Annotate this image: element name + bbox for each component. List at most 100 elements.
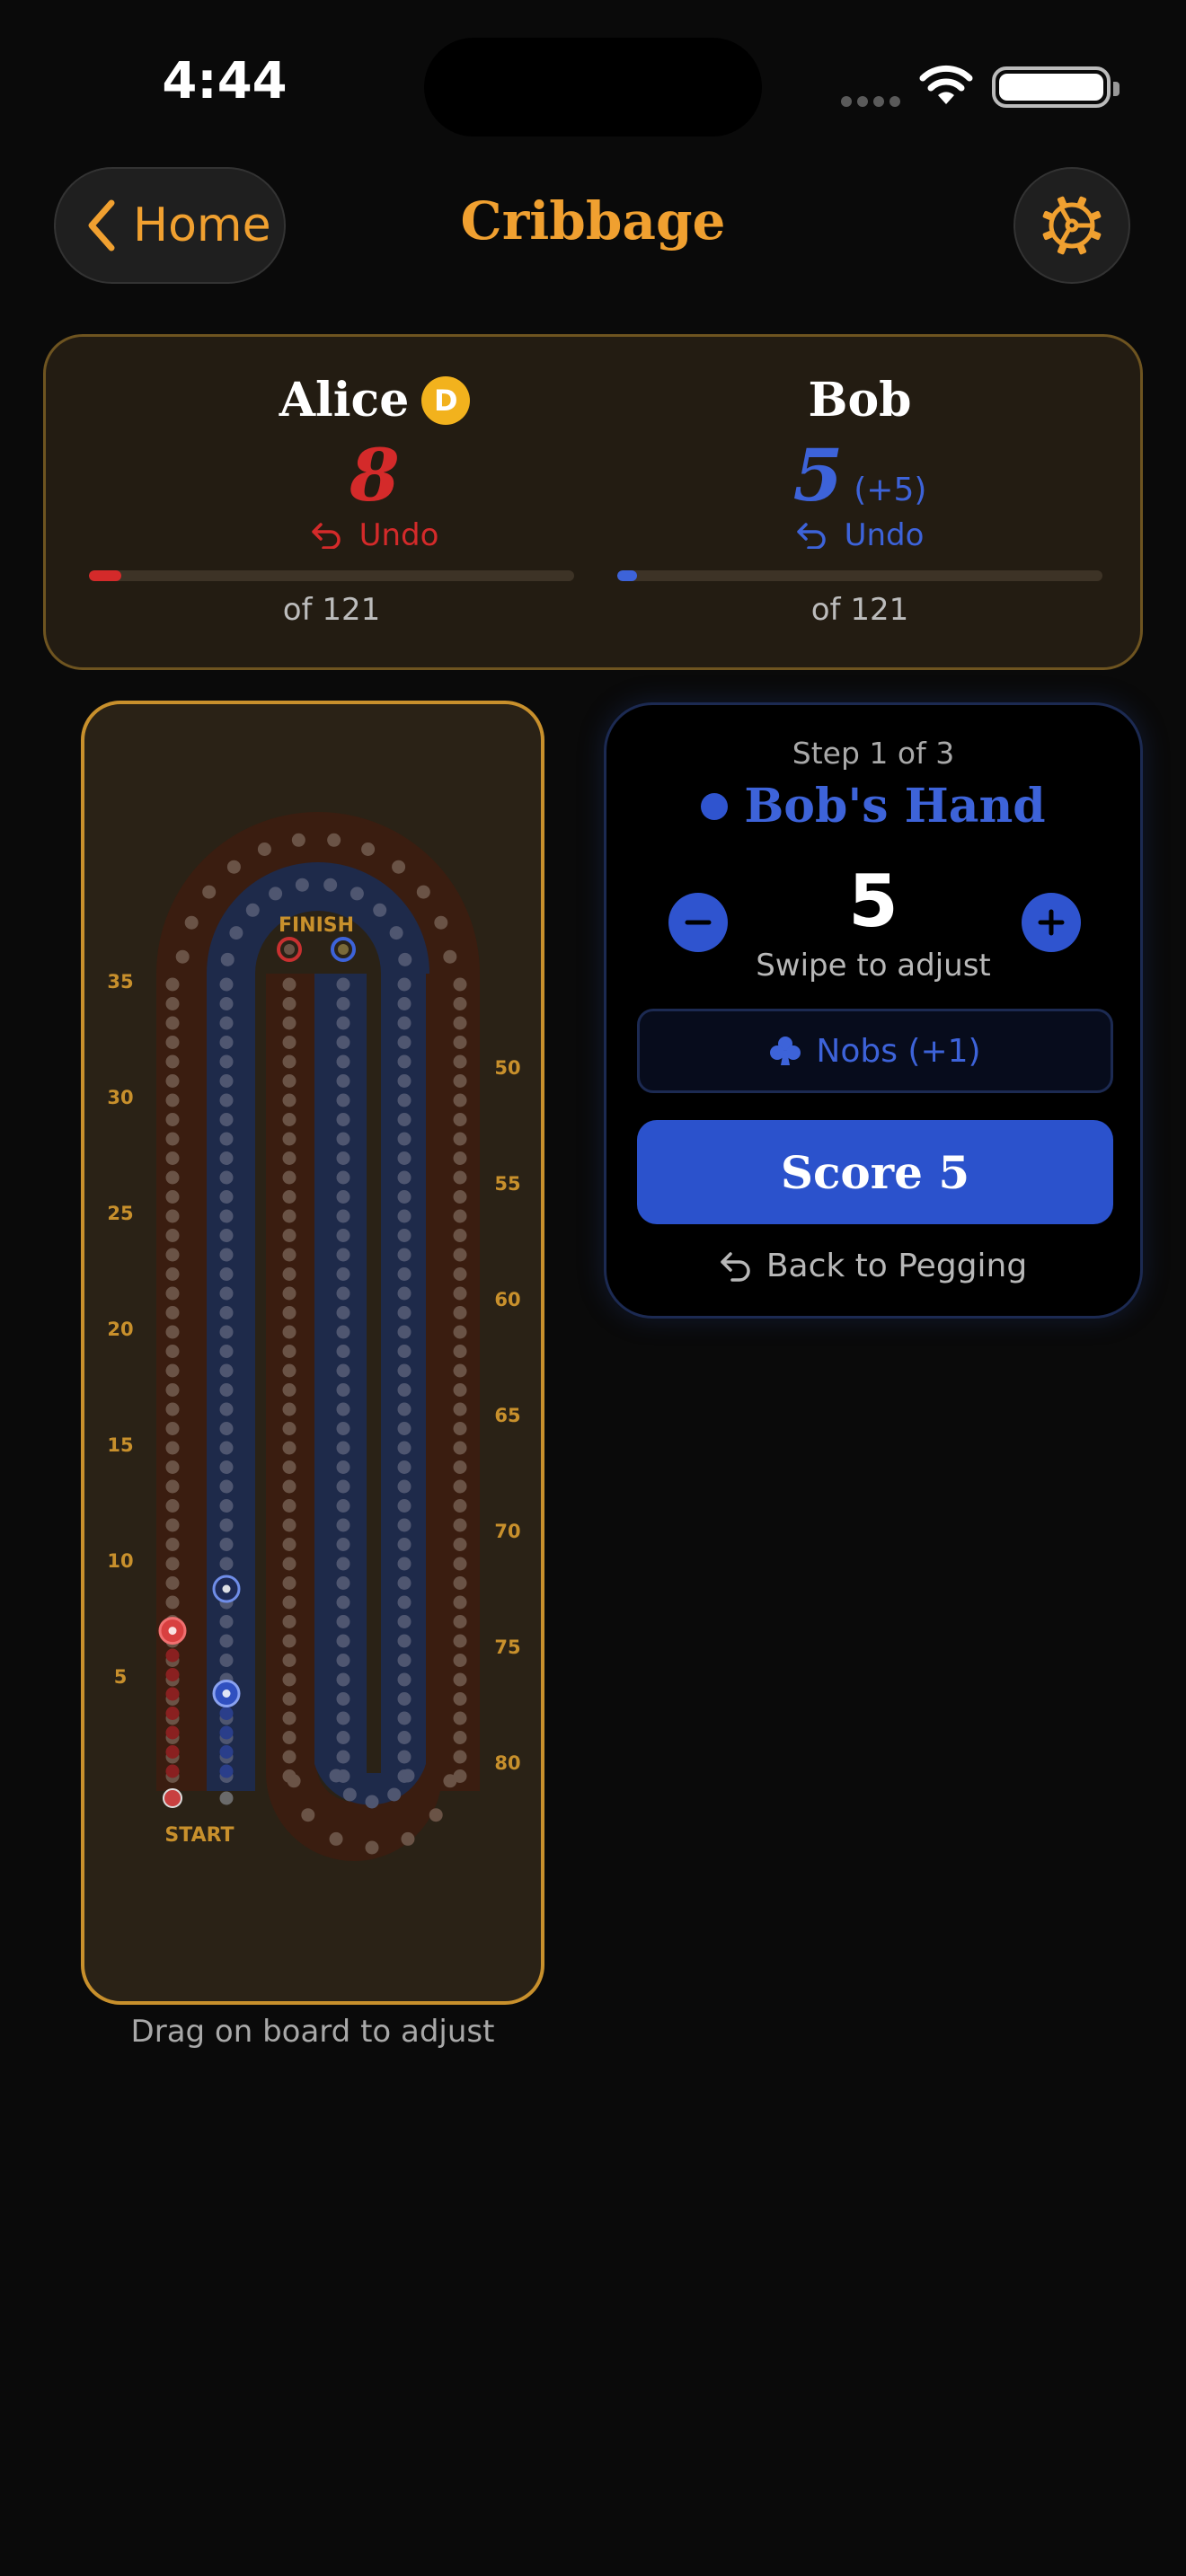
peg-hole — [165, 1499, 180, 1513]
peg-hole — [165, 1209, 180, 1223]
cribbage-board[interactable]: 35 30 25 20 15 10 5 50 55 60 65 70 75 80 FINISH START — [81, 701, 544, 2005]
peg-hole — [165, 1093, 180, 1107]
peg-hole — [387, 1787, 402, 1802]
peg-hole — [453, 1731, 467, 1744]
peg-hole — [327, 833, 341, 847]
peg-hole — [219, 1286, 234, 1301]
peg-hole — [336, 1229, 350, 1242]
filled-hole-alice — [165, 1764, 180, 1778]
peg-hole — [336, 1151, 350, 1165]
undo-arrow-icon — [796, 523, 826, 549]
right-tick-label: 55 — [494, 1173, 520, 1195]
scoring-step-panel: Step 1 of 3 Bob's Hand 5 Swipe to adjust… — [604, 702, 1143, 1319]
peg-hole — [165, 1422, 180, 1435]
peg-hole — [397, 1113, 412, 1126]
peg-hole — [165, 1170, 180, 1185]
peg-hole — [282, 1248, 296, 1262]
peg-hole — [397, 1711, 412, 1725]
peg-hole — [282, 1286, 296, 1301]
peg-hole — [453, 1248, 467, 1262]
peg-hole — [219, 1325, 234, 1339]
start-peg-alice — [163, 1788, 182, 1808]
peg-hole — [219, 1615, 234, 1628]
peg-hole — [165, 977, 180, 992]
peg-hole — [219, 1151, 234, 1165]
right-tick-label: 50 — [494, 1057, 520, 1079]
player-score: 8 — [350, 433, 400, 517]
peg-hole — [219, 1132, 234, 1146]
peg-hole — [397, 1267, 412, 1281]
peg-hole — [336, 1345, 350, 1358]
peg-hole — [282, 1460, 296, 1474]
peg-hole — [165, 1557, 180, 1571]
undo-button-alice[interactable]: Undo — [311, 517, 438, 553]
peg-hole — [397, 1151, 412, 1165]
peg-hole — [336, 1576, 350, 1590]
peg-hole — [453, 1190, 467, 1204]
filled-hole-alice — [165, 1725, 180, 1740]
peg-hole — [397, 1518, 412, 1532]
peg-hole — [165, 1248, 180, 1262]
of-total-alice: of 121 — [282, 592, 381, 628]
pending-score: (+5) — [854, 472, 927, 508]
player-score: 5 — [792, 433, 844, 517]
peg-hole — [336, 1325, 350, 1339]
peg-hole — [165, 1383, 180, 1397]
left-tick-label: 30 — [107, 1087, 133, 1108]
peg-hole — [453, 1286, 467, 1301]
peg-hole — [282, 1672, 296, 1687]
settings-button[interactable] — [1013, 167, 1130, 284]
peg-hole — [219, 997, 234, 1010]
peg-hole — [434, 915, 448, 930]
peg-hole — [342, 1787, 357, 1802]
peg-hole — [453, 997, 467, 1010]
peg-hole — [165, 1113, 180, 1126]
peg-hole — [453, 1692, 467, 1706]
left-tick-label: 5 — [114, 1666, 128, 1688]
peg-hole — [165, 1402, 180, 1416]
peg-hole — [165, 1345, 180, 1358]
filled-hole-bob — [219, 1725, 234, 1740]
filled-hole-alice — [165, 1745, 180, 1759]
peg-hole — [336, 1615, 350, 1628]
peg-hole — [282, 1267, 296, 1281]
peg-hole — [282, 1731, 296, 1744]
peg-hole — [453, 1402, 467, 1416]
peg-hole — [453, 1479, 467, 1494]
nobs-button[interactable]: Nobs (+1) — [637, 1009, 1113, 1093]
of-total-bob: of 121 — [810, 592, 909, 628]
peg-hole — [219, 1422, 234, 1435]
peg-hole — [453, 1151, 467, 1165]
peg-hole — [282, 1074, 296, 1088]
peg-hole — [453, 1441, 467, 1455]
peg-hole — [165, 1132, 180, 1146]
step-title: Bob's Hand — [606, 779, 1140, 834]
peg-hole — [397, 1209, 412, 1223]
undo-button-bob[interactable]: Undo — [796, 517, 924, 553]
peg-hole — [329, 1831, 343, 1846]
peg-hole — [443, 949, 457, 964]
increment-button[interactable] — [1022, 893, 1081, 952]
peg-hole — [453, 1672, 467, 1687]
board-graphic[interactable]: 35 30 25 20 15 10 5 50 55 60 65 70 75 80 FINISH START — [84, 704, 544, 2005]
wifi-icon — [918, 63, 974, 110]
peg-hole — [397, 1248, 412, 1262]
peg-hole — [397, 1170, 412, 1185]
peg-hole — [219, 1654, 234, 1667]
peg-hole — [336, 1711, 350, 1725]
right-tick-label: 70 — [494, 1521, 520, 1542]
peg-hole — [336, 1016, 350, 1030]
score-button[interactable]: Score 5 — [637, 1120, 1113, 1224]
peg-hole — [336, 1672, 350, 1687]
home-button[interactable]: Home — [54, 167, 286, 284]
peg-hole — [175, 949, 190, 964]
peg-hole — [219, 1634, 234, 1648]
left-tick-label: 20 — [107, 1319, 133, 1340]
peg-hole — [373, 903, 387, 917]
peg-hole — [219, 1538, 234, 1551]
right-tick-label: 65 — [494, 1405, 520, 1426]
peg-hole — [453, 1074, 467, 1088]
peg-hole — [336, 1363, 350, 1378]
back-to-pegging-button[interactable]: Back to Pegging — [606, 1248, 1140, 1284]
peg-hole — [365, 1840, 379, 1855]
